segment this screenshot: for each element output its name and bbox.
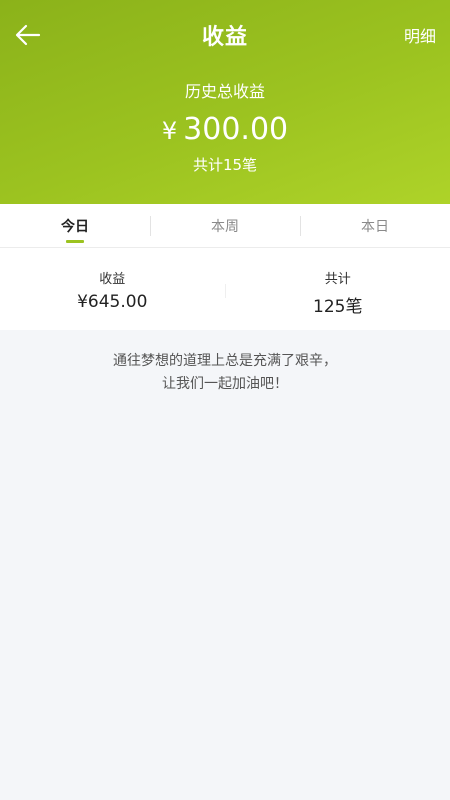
earnings-header: 收益 明细 历史总收益 ¥300.00 共计15笔	[0, 0, 450, 204]
income-value: ¥645.00	[77, 292, 148, 312]
motto-line-2: 让我们一起加油吧！	[162, 376, 288, 392]
total-count: 共计15笔	[192, 156, 258, 174]
period-stats: 收益 ¥645.00 共计 125笔	[0, 248, 450, 330]
page-title: 收益	[201, 25, 248, 50]
motto-line-1: 通往梦想的道理上总是充满了艰辛，	[113, 353, 337, 369]
total-earnings-label: 历史总收益	[184, 82, 265, 101]
income-stat: 收益 ¥645.00	[0, 248, 225, 330]
tab-week[interactable]: 本周	[150, 204, 300, 247]
tab-today[interactable]: 今日	[0, 204, 150, 247]
count-label: 共计	[324, 272, 351, 287]
motivational-text: 通往梦想的道理上总是充满了艰辛， 让我们一起加油吧！	[0, 350, 450, 396]
detail-button[interactable]: 明细	[404, 23, 436, 47]
period-tabs: 今日 本周 本日	[0, 204, 450, 248]
amount-value: 300.00	[183, 112, 289, 147]
tab-day[interactable]: 本日	[300, 204, 450, 247]
total-earnings-amount: ¥300.00	[0, 111, 450, 150]
income-label: 收益	[99, 272, 126, 287]
currency-symbol: ¥	[161, 117, 178, 145]
count-stat: 共计 125笔	[226, 248, 450, 330]
count-value: 125笔	[313, 297, 363, 317]
earnings-page: 收益 明细 历史总收益 ¥300.00 共计15笔 今日 本周 本日 收益 ¥6…	[0, 0, 450, 800]
